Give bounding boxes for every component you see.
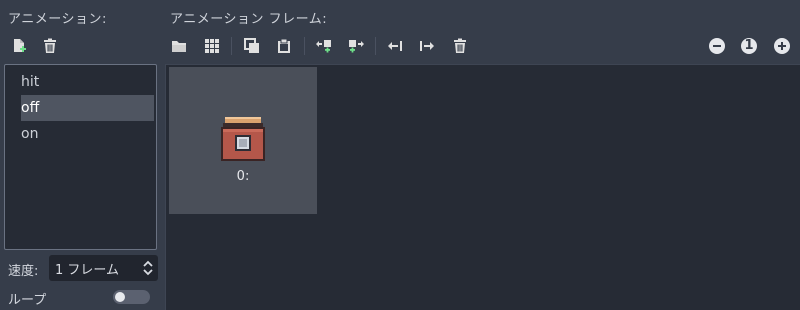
toolbar-separator (231, 37, 232, 55)
insert-before-icon (316, 40, 331, 53)
list-item-selected[interactable]: off (21, 95, 154, 121)
trash-icon (44, 38, 56, 53)
list-item[interactable]: hit (21, 69, 154, 95)
move-left-button[interactable] (384, 35, 406, 57)
speed-spinbox[interactable]: 1 フレーム (49, 255, 158, 281)
grid-icon (205, 39, 219, 53)
zoom-reset-button[interactable]: 1 (741, 38, 757, 54)
animation-name: on (21, 126, 39, 142)
animation-name: hit (21, 74, 40, 90)
toolbar-separator (304, 37, 305, 55)
frames-header: アニメーション フレーム: (170, 12, 328, 27)
speed-value[interactable]: 1 フレーム (55, 259, 119, 278)
paste-icon (278, 38, 290, 53)
frame-cell[interactable]: 0: (169, 67, 317, 214)
delete-frame-button[interactable] (449, 35, 471, 57)
frames-panel[interactable]: 0: (165, 64, 800, 310)
copy-button[interactable] (241, 35, 263, 57)
zoom-out-icon (713, 45, 721, 47)
move-right-icon (420, 41, 434, 51)
spinner-arrows-icon[interactable] (142, 258, 154, 278)
load-frames-button[interactable] (168, 35, 190, 57)
loop-label: ループ (8, 293, 47, 308)
folder-icon (172, 41, 186, 52)
loop-toggle[interactable] (113, 290, 150, 304)
sprite-sheet-button[interactable] (201, 35, 223, 57)
frame-label: 0: (236, 169, 250, 184)
new-file-icon (14, 39, 26, 52)
animation-name: off (21, 100, 40, 116)
zoom-out-button[interactable] (709, 38, 725, 54)
frame-thumbnail (221, 117, 265, 161)
paste-button[interactable] (273, 35, 295, 57)
insert-before-button[interactable] (313, 35, 335, 57)
remove-animation-button[interactable] (39, 35, 61, 57)
animations-header: アニメーション: (8, 12, 107, 27)
toggle-knob (115, 292, 125, 302)
zoom-reset-icon: 1 (744, 38, 754, 53)
zoom-in-button[interactable] (774, 38, 790, 54)
toolbar-separator (375, 37, 376, 55)
copy-icon (244, 38, 259, 53)
insert-after-icon (349, 40, 364, 53)
speed-label: 速度: (8, 264, 39, 279)
move-left-icon (388, 41, 402, 51)
new-animation-button[interactable] (8, 35, 30, 57)
move-right-button[interactable] (416, 35, 438, 57)
list-item[interactable]: on (21, 121, 154, 147)
insert-after-button[interactable] (345, 35, 367, 57)
zoom-in-icon (778, 42, 786, 50)
trash-icon (454, 38, 466, 53)
animation-list[interactable]: hit off on (4, 64, 157, 250)
